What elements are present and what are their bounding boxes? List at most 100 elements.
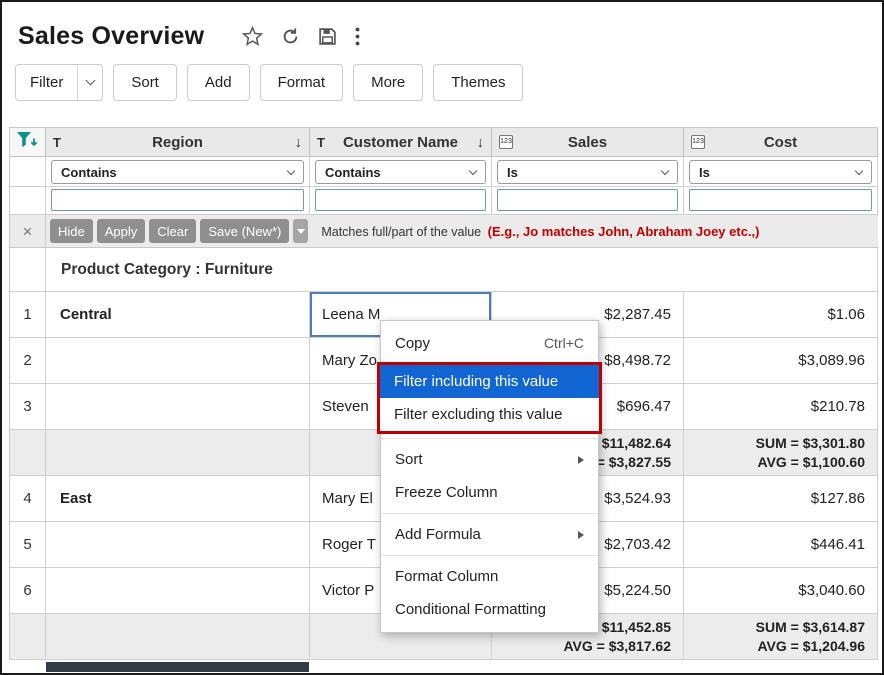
avg-value: AVG = $3,817.62 — [563, 637, 671, 656]
themes-button[interactable]: Themes — [433, 64, 523, 101]
filter-toggle-cell[interactable] — [10, 128, 46, 157]
close-icon[interactable]: × — [23, 223, 33, 240]
cell-cost[interactable]: $3,089.96 — [684, 338, 878, 384]
cell-region[interactable]: East — [46, 476, 310, 522]
save-new-button[interactable]: Save (New*) — [200, 219, 289, 243]
cell-region[interactable] — [46, 522, 310, 568]
text-type-icon: T — [53, 135, 67, 150]
row-number[interactable]: 2 — [10, 338, 46, 384]
filter-button[interactable]: Filter — [15, 64, 103, 101]
number-type-icon: 123 — [499, 135, 513, 149]
column-header-region[interactable]: T Region ↓ — [46, 128, 310, 157]
empty-cell — [10, 614, 46, 660]
selected-operator: Contains — [61, 165, 117, 180]
customer-filter-input[interactable] — [315, 189, 486, 211]
empty-cell — [46, 430, 310, 476]
row-number[interactable]: 4 — [10, 476, 46, 522]
hide-button[interactable]: Hide — [50, 219, 93, 243]
group-label: Product Category : Furniture — [61, 261, 273, 279]
cell-region[interactable] — [46, 384, 310, 430]
save-options-dropdown[interactable] — [293, 219, 308, 243]
row-number[interactable]: 6 — [10, 568, 46, 614]
add-button[interactable]: Add — [187, 64, 250, 101]
cell-region[interactable] — [46, 338, 310, 384]
menu-item-add-formula[interactable]: Add Formula — [381, 518, 598, 551]
avg-value: AVG = $1,100.60 — [757, 453, 865, 472]
kebab-menu-icon[interactable] — [355, 27, 360, 46]
chevron-down-icon — [85, 76, 95, 86]
customer-filter-value-cell — [310, 187, 492, 215]
menu-item-filter-including[interactable]: Filter including this value — [380, 365, 599, 398]
group-header-cell: Product Category : Furniture — [46, 248, 878, 292]
column-header-cost[interactable]: 123 Cost — [684, 128, 878, 157]
row-number[interactable]: 5 — [10, 522, 46, 568]
menu-item-format-column[interactable]: Format Column — [381, 560, 598, 593]
sort-desc-icon[interactable]: ↓ — [470, 134, 484, 151]
menu-label: Copy — [395, 335, 430, 352]
sort-desc-icon[interactable]: ↓ — [288, 134, 302, 151]
apply-button[interactable]: Apply — [97, 219, 146, 243]
sales-filter-input[interactable] — [497, 189, 678, 211]
row-number[interactable]: 1 — [10, 292, 46, 338]
column-header-sales[interactable]: 123 Sales — [492, 128, 684, 157]
chevron-down-icon — [661, 167, 669, 175]
empty-cell — [10, 157, 46, 187]
filter-hint-text: Matches full/part of the value (E.g., Jo… — [321, 224, 759, 239]
column-label: Cost — [705, 134, 856, 151]
region-filter-op-cell: Contains — [46, 157, 310, 187]
cell-cost[interactable]: $3,040.60 — [684, 568, 878, 614]
chevron-down-icon — [855, 167, 863, 175]
hint-plain: Matches full/part of the value — [321, 225, 481, 239]
menu-item-copy[interactable]: Copy Ctrl+C — [381, 325, 598, 361]
selected-operator: Is — [507, 165, 518, 180]
filter-actions: Hide Apply Clear Save (New*) Matches ful… — [46, 215, 878, 247]
more-button[interactable]: More — [353, 64, 423, 101]
menu-label: Add Formula — [395, 526, 481, 543]
save-icon[interactable] — [318, 27, 337, 46]
sales-filter-operator-select[interactable]: Is — [497, 160, 678, 184]
menu-item-conditional-formatting[interactable]: Conditional Formatting — [381, 593, 598, 626]
row-number[interactable]: 3 — [10, 384, 46, 430]
empty-cell — [46, 614, 310, 660]
filter-action-bar: × Hide Apply Clear Save (New*) Matches f… — [10, 215, 878, 248]
app-window: Sales Overview Filter Sort Add Format Mo… — [0, 0, 884, 675]
region-filter-value-cell — [46, 187, 310, 215]
avg-value: AVG = $1,204.96 — [757, 637, 865, 656]
menu-item-filter-excluding[interactable]: Filter excluding this value — [380, 398, 599, 431]
sum-value: SUM = $3,614.87 — [756, 618, 865, 637]
cell-region[interactable]: Central — [46, 292, 310, 338]
column-header-customer-name[interactable]: T Customer Name ↓ — [310, 128, 492, 157]
column-label: Region — [67, 134, 288, 151]
customer-filter-op-cell: Contains — [310, 157, 492, 187]
cost-summary: SUM = $3,614.87 AVG = $1,204.96 — [684, 614, 878, 660]
selected-operator: Is — [699, 165, 710, 180]
sort-button[interactable]: Sort — [113, 64, 177, 101]
clear-button[interactable]: Clear — [149, 219, 196, 243]
horizontal-scrollbar-thumb[interactable] — [46, 662, 309, 672]
chevron-down-icon — [287, 167, 295, 175]
column-label: Sales — [513, 134, 662, 151]
cell-cost[interactable]: $446.41 — [684, 522, 878, 568]
cost-filter-operator-select[interactable]: Is — [689, 160, 872, 184]
format-button[interactable]: Format — [260, 64, 344, 101]
number-type-icon: 123 — [691, 135, 705, 149]
region-filter-operator-select[interactable]: Contains — [51, 160, 304, 184]
annotation-red-box: Filter including this value Filter exclu… — [377, 362, 602, 434]
sum-value: SUM = $3,301.80 — [756, 434, 865, 453]
region-filter-input[interactable] — [51, 189, 304, 211]
cell-region[interactable] — [46, 568, 310, 614]
filter-dropdown-arrow[interactable] — [78, 65, 102, 100]
cell-cost[interactable]: $210.78 — [684, 384, 878, 430]
favorite-star-icon[interactable] — [242, 26, 263, 47]
menu-item-sort[interactable]: Sort — [381, 443, 598, 476]
cost-filter-op-cell: Is — [684, 157, 878, 187]
group-header-row[interactable]: Product Category : Furniture — [10, 248, 878, 292]
refresh-icon[interactable] — [281, 27, 300, 46]
toolbar: Filter Sort Add Format More Themes — [2, 56, 882, 109]
menu-item-freeze-column[interactable]: Freeze Column — [381, 476, 598, 509]
submenu-arrow-icon — [578, 531, 584, 539]
cost-filter-input[interactable] — [689, 189, 872, 211]
cell-cost[interactable]: $127.86 — [684, 476, 878, 522]
customer-filter-operator-select[interactable]: Contains — [315, 160, 486, 184]
cell-cost[interactable]: $1.06 — [684, 292, 878, 338]
